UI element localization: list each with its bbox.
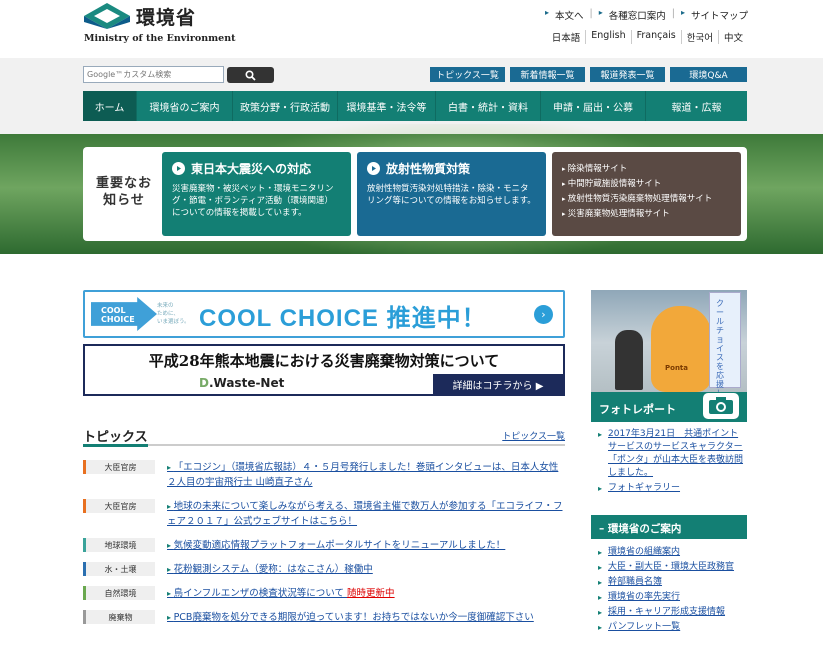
divider: | [589, 8, 593, 19]
main-nav: ホーム 環境省のご案内 政策分野・行政活動 環境基準・法令等 白書・統計・資料 … [83, 91, 747, 121]
lang-chinese[interactable]: 中文 [717, 30, 748, 44]
ponta-mascot: Ponta [651, 306, 711, 392]
new-info-list-button[interactable]: 新着情報一覧 [510, 67, 585, 82]
link-disaster-waste-site[interactable]: 災害廃棄物処理情報サイト [562, 207, 731, 222]
logo-mark-icon [84, 3, 130, 29]
notice-card-links: 除染情報サイト 中間貯蔵施設情報サイト 放射性物質汚染廃棄物処理情報サイト 災害… [552, 152, 741, 236]
cool-choice-arrow: COOL CHOICE [91, 297, 157, 331]
logo-japanese-text: 環境省 [136, 7, 197, 29]
topic-tag: 地球環境 [83, 538, 155, 552]
chevron-right-icon: ▸ [545, 8, 550, 17]
quake-banner-title: 平成28年熊本地震における災害廃棄物対策について [148, 352, 500, 370]
cool-choice-flag: クールチョイスを応援しています [709, 292, 741, 422]
nav-item-home[interactable]: ホーム [83, 91, 136, 121]
nav-item-applications[interactable]: 申請・届出・公募 [540, 91, 645, 121]
guide-link-staff-list[interactable]: 幹部職員名簿 [598, 576, 746, 589]
notice-card-desc: 災害廃棄物・被災ペット・環境モニタリング・節電・ボランティア活動（環境関連）につ… [172, 184, 334, 218]
photo-report-news-link[interactable]: 2017年3月21日 共通ポイントサービスのサービスキャラクター「ポンタ」が山本… [598, 428, 746, 480]
guide-heading: 環境省のご案内 [591, 515, 747, 539]
notice-card-desc: 放射性物質汚染対処特措法・除染・モニタリング等についての情報をお知らせします。 [367, 184, 536, 206]
link-radioactive-waste-site[interactable]: 放射性物質汚染廃棄物処理情報サイト [562, 192, 731, 207]
topic-tag: 大臣官房 [83, 499, 155, 513]
chevron-right-icon: › [534, 305, 553, 324]
utility-links: ▸ 本文へ | ▸ 各種窓口案内 | ▸ サイトマップ [545, 8, 748, 22]
language-switcher: 日本語 English Français 한국어 中文 [547, 30, 748, 44]
kumamoto-earthquake-banner[interactable]: 平成28年熊本地震における災害廃棄物対策について D.Waste-Net 詳細は… [83, 344, 565, 396]
chevron-right-icon [367, 162, 380, 175]
link-contact-guide[interactable]: 各種窓口案内 [609, 8, 666, 22]
logo-english-text: Ministry of the Environment [84, 33, 236, 44]
guide-links: 環境省の組織案内 大臣・副大臣・環境大臣政務官 幹部職員名簿 環境省の率先実行 … [598, 546, 746, 636]
guide-link-pamphlets[interactable]: パンフレット一覧 [598, 621, 746, 634]
chevron-right-icon [172, 162, 185, 175]
environment-qa-button[interactable]: 環境Q&A [670, 67, 747, 82]
nav-item-press[interactable]: 報道・広報 [645, 91, 747, 121]
photo-report-links: 2017年3月21日 共通ポイントサービスのサービスキャラクター「ポンタ」が山本… [598, 428, 746, 497]
nav-item-standards[interactable]: 環境基準・法令等 [337, 91, 435, 121]
topic-link[interactable]: 地球の未来について楽しみながら考える、環境省主催で数万人が参加する「エコライフ・… [167, 499, 565, 529]
photo-report-banner[interactable]: Ponta クールチョイスを応援しています フォトレポート [591, 290, 747, 422]
topics-all-link[interactable]: トピックス一覧 [502, 429, 565, 442]
press-release-list-button[interactable]: 報道発表一覧 [590, 67, 665, 82]
topic-tag: 自然環境 [83, 586, 155, 600]
cool-choice-banner[interactable]: COOL CHOICE 未来の ために、 いま選ぼう。 COOL CHOICE 推進中… [83, 290, 565, 338]
topic-link[interactable]: 「エコジン」（環境省広報誌）４・５月号発行しました！巻頭インタビューは、日本人女… [167, 460, 565, 490]
lang-japanese[interactable]: 日本語 [547, 30, 586, 44]
nav-item-about[interactable]: 環境省のご案内 [136, 91, 232, 121]
topic-link[interactable]: PCB廃棄物を処分できる期限が迫っています！お持ちではないか今一度御確認下さい [167, 610, 565, 625]
notice-card-earthquake[interactable]: 東日本大震災への対応 災害廃棄物・被災ペット・環境モニタリング・節電・ボランティ… [162, 152, 351, 236]
site-header: 環境省 Ministry of the Environment ▸ 本文へ | … [0, 0, 823, 58]
ministry-logo[interactable]: 環境省 Ministry of the Environment [84, 3, 236, 47]
cool-choice-tagline: 未来の ために、 いま選ぼう。 [157, 303, 190, 325]
nav-item-policy[interactable]: 政策分野・行政活動 [232, 91, 337, 121]
lang-french[interactable]: Français [630, 30, 681, 44]
topic-link[interactable]: 鳥インフルエンザの検査状況等について 随時更新中 [167, 586, 565, 601]
link-skip-to-content[interactable]: 本文へ [555, 8, 584, 22]
topic-link[interactable]: 花粉観測システム（愛称：はなこさん）稼働中 [167, 562, 565, 577]
notice-card-radiation[interactable]: 放射性物質対策 放射性物質汚染対処特措法・除染・モニタリング等についての情報をお… [357, 152, 546, 236]
camera-icon [703, 393, 739, 419]
search-icon [245, 69, 256, 81]
topic-tag: 水・土壌 [83, 562, 155, 576]
search-input[interactable] [83, 66, 224, 83]
notice-card-title: 東日本大震災への対応 [172, 160, 341, 177]
topic-tag: 大臣官房 [83, 460, 155, 474]
guide-link-recruitment[interactable]: 採用・キャリア形成支援情報 [598, 606, 746, 619]
divider: | [671, 8, 675, 19]
lang-english[interactable]: English [585, 30, 630, 44]
cool-choice-headline: COOL CHOICE 推進中！ [199, 305, 487, 332]
notice-card-title: 放射性物質対策 [367, 160, 536, 177]
topics-list-button[interactable]: トピックス一覧 [430, 67, 505, 82]
waste-net-logo: D.Waste-Net [199, 376, 285, 390]
link-sitemap[interactable]: サイトマップ [691, 8, 748, 22]
topics-heading: トピックス [83, 426, 148, 447]
guide-link-ministers[interactable]: 大臣・副大臣・環境大臣政務官 [598, 561, 746, 574]
notice-label: 重要なお知らせ [95, 176, 152, 208]
search-button[interactable] [227, 67, 274, 83]
minister-figure [615, 330, 643, 390]
topic-update-badge: 随時更新中 [347, 588, 395, 599]
guide-link-initiatives[interactable]: 環境省の率先実行 [598, 591, 746, 604]
quake-detail-button[interactable]: 詳細はコチラから ▶ [433, 374, 563, 394]
lang-korean[interactable]: 한국어 [680, 30, 718, 44]
photo-gallery-link[interactable]: フォトギャラリー [598, 482, 746, 495]
link-decontamination-site[interactable]: 除染情報サイト [562, 162, 731, 177]
nav-item-whitepaper[interactable]: 白書・統計・資料 [435, 91, 540, 121]
chevron-right-icon: ▸ [680, 8, 685, 17]
topic-tag: 廃棄物 [83, 610, 155, 624]
topic-link[interactable]: 気候変動適応情報プラットフォームポータルサイトをリニューアルしました！ [167, 538, 565, 553]
chevron-right-icon: ▸ [598, 8, 603, 17]
topics-header: トピックス トピックス一覧 [83, 424, 565, 447]
guide-link-organization[interactable]: 環境省の組織案内 [598, 546, 746, 559]
link-interim-storage-site[interactable]: 中間貯蔵施設情報サイト [562, 177, 731, 192]
